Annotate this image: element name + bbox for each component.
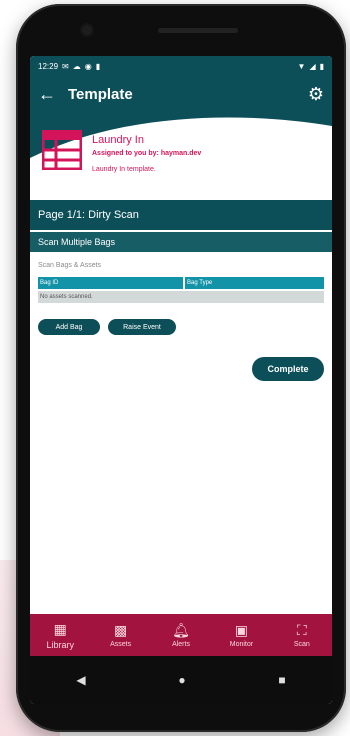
nav-label-monitor: Monitor	[229, 641, 254, 648]
system-recents-icon[interactable]: ■	[278, 673, 285, 687]
bell-icon: 🔔︎	[172, 622, 190, 638]
table-header: Bag ID Bag Type	[38, 277, 324, 289]
gear-icon[interactable]: ⚙	[308, 84, 324, 105]
monitor-icon: ▣	[234, 622, 249, 638]
scan-icon: ⛶	[296, 622, 307, 638]
action-buttons: Add Bag Raise Event	[38, 319, 324, 335]
nav-item-library[interactable]: ▦ Library	[30, 614, 90, 656]
empty-row: No assets scanned.	[38, 291, 324, 303]
system-home-icon[interactable]: ●	[178, 673, 185, 687]
app-bar: ← Template ⚙	[30, 76, 332, 112]
assigned-by: Assigned to you by: hayman.dev	[92, 150, 202, 157]
nav-label-scan: Scan	[293, 641, 310, 648]
complete-row: Complete	[38, 357, 324, 381]
system-back-icon[interactable]: ◀	[76, 673, 85, 687]
add-bag-button[interactable]: Add Bag	[38, 319, 100, 335]
system-navigation: ◀ ● ■	[30, 656, 332, 704]
template-header: Laundry In Assigned to you by: hayman.de…	[30, 112, 332, 198]
status-time: 12:29	[38, 61, 59, 71]
signal-icon: ◢	[309, 61, 316, 71]
front-camera	[82, 25, 92, 35]
assets-table: Bag ID Bag Type No assets scanned.	[38, 277, 324, 303]
main-content: Scan Bags & Assets Bag ID Bag Type No as…	[30, 252, 332, 381]
circle-play-icon: ◉	[84, 61, 92, 71]
nav-item-alerts[interactable]: 🔔︎ Alerts	[151, 614, 211, 656]
back-arrow-icon[interactable]: ←	[38, 84, 68, 105]
section-title: Scan Multiple Bags	[30, 232, 332, 252]
wifi-icon: ▼	[297, 61, 306, 71]
nav-label-assets: Assets	[110, 641, 132, 648]
column-bag-id: Bag ID	[38, 277, 183, 289]
clipboard-icon: ▮	[95, 61, 101, 71]
mail-icon: ✉	[62, 61, 69, 71]
page-title: Template	[68, 85, 133, 103]
grid-icon: ▩	[113, 622, 128, 638]
nav-item-assets[interactable]: ▩ Assets	[90, 614, 150, 656]
battery-icon: ▮	[319, 61, 324, 71]
library-icon: ▦	[53, 620, 67, 637]
scan-label: Scan Bags & Assets	[38, 262, 102, 269]
earpiece-speaker	[158, 28, 238, 33]
status-bar: 12:29 ✉ ☁ ◉ ▮ ▼ ◢ ▮	[30, 56, 332, 76]
complete-button[interactable]: Complete	[252, 357, 324, 381]
nav-label-library: Library	[46, 639, 74, 650]
nav-label-alerts: Alerts	[172, 641, 190, 648]
phone-frame: 12:29 ✉ ☁ ◉ ▮ ▼ ◢ ▮ ← Template ⚙ Laundry…	[16, 4, 346, 732]
template-name: Laundry In	[92, 134, 144, 146]
raise-event-button[interactable]: Raise Event	[108, 319, 176, 335]
column-bag-type: Bag Type	[185, 277, 324, 289]
nav-item-scan[interactable]: ⛶ Scan	[272, 614, 332, 656]
template-description: Laundry In template.	[92, 166, 156, 173]
page-indicator: Page 1/1: Dirty Scan	[30, 200, 332, 230]
table-logo-icon	[42, 130, 82, 170]
cloud-icon: ☁	[72, 61, 81, 71]
bottom-navigation: ▦ Library ▩ Assets 🔔︎ Alerts ▣ Monitor ⛶…	[30, 614, 332, 656]
screen: 12:29 ✉ ☁ ◉ ▮ ▼ ◢ ▮ ← Template ⚙ Laundry…	[30, 56, 332, 704]
nav-item-monitor[interactable]: ▣ Monitor	[211, 614, 271, 656]
